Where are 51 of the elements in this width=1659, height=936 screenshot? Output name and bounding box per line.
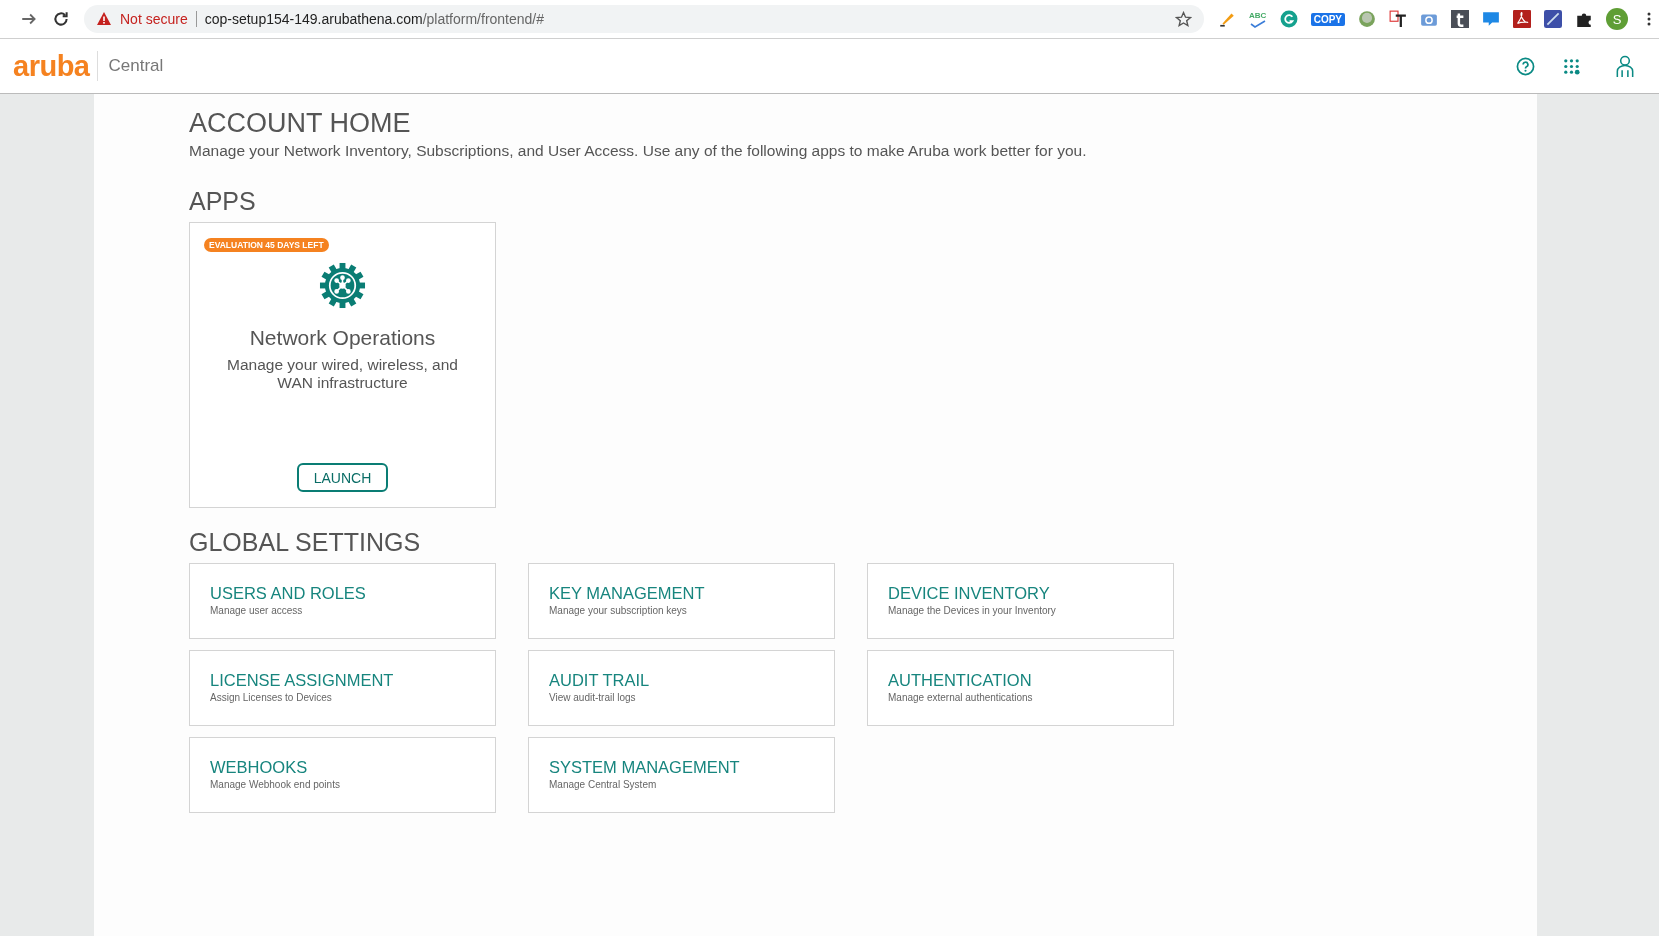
tile-subtitle: Manage user access bbox=[210, 605, 304, 616]
tile-title: LICENSE ASSIGNMENT bbox=[210, 671, 395, 690]
tile-title: SYSTEM MANAGEMENT bbox=[549, 758, 741, 777]
settings-tile[interactable]: USERS AND ROLES Manage user access bbox=[189, 563, 496, 639]
section-title: GLOBAL SETTINGS bbox=[189, 528, 422, 557]
address-bar[interactable]: Not secure cop-setup154-149.arubathena.com/platform/frontend/# bbox=[84, 5, 1204, 33]
app-name: Network Operations bbox=[249, 326, 436, 350]
tile-title: USERS AND ROLES bbox=[210, 584, 367, 603]
tile-subtitle: Manage Webhook end points bbox=[210, 779, 341, 790]
tile-title: AUTHENTICATION bbox=[888, 671, 1033, 690]
settings-tile[interactable]: LICENSE ASSIGNMENT Assign Licenses to Devices bbox=[189, 650, 496, 726]
highlighter-icon[interactable] bbox=[1217, 10, 1236, 28]
warning-icon bbox=[96, 11, 112, 27]
tile-title: DEVICE INVENTORY bbox=[888, 584, 1051, 603]
tile-subtitle: Assign Licenses to Devices bbox=[210, 692, 333, 703]
settings-tile[interactable]: AUDIT TRAIL View audit-trail logs bbox=[528, 650, 835, 726]
page-description: Manage your Network Inventory, Subscriptions, and User Access. Use any of the following apps to make Aruba work better for you. bbox=[189, 142, 1088, 160]
settings-tile[interactable]: KEY MANAGEMENT Manage your subscription keys bbox=[528, 563, 835, 639]
apps-grid-icon[interactable] bbox=[1562, 56, 1581, 76]
pdf-icon[interactable] bbox=[1513, 10, 1531, 28]
section-title: APPS bbox=[189, 187, 257, 216]
reload-icon[interactable] bbox=[52, 10, 70, 28]
settings-tile[interactable]: WEBHOOKS Manage Webhook end points bbox=[189, 737, 496, 813]
tile-title: WEBHOOKS bbox=[210, 758, 309, 777]
security-label: Not secure bbox=[120, 11, 188, 27]
profile-avatar[interactable]: S bbox=[1606, 8, 1628, 30]
tile-title: KEY MANAGEMENT bbox=[549, 584, 706, 603]
tile-subtitle: Manage Central System bbox=[549, 779, 658, 790]
chat-bubble-icon[interactable] bbox=[1482, 10, 1500, 28]
settings-tile[interactable]: SYSTEM MANAGEMENT Manage Central System bbox=[528, 737, 835, 813]
settings-tile[interactable]: AUTHENTICATION Manage external authentications bbox=[867, 650, 1174, 726]
url-text: cop-setup154-149.arubathena.com/platform/frontend/# bbox=[204, 11, 545, 27]
evaluation-badge: EVALUATION 45 DAYS LEFT bbox=[204, 238, 329, 252]
gear-network-icon bbox=[319, 262, 366, 309]
letter-t-icon[interactable] bbox=[1451, 10, 1469, 28]
tile-subtitle: Manage external authentications bbox=[888, 692, 1034, 703]
tile-title: AUDIT TRAIL bbox=[549, 671, 651, 690]
copy-extension[interactable]: COPY bbox=[1310, 12, 1345, 26]
menu-icon[interactable] bbox=[1647, 11, 1651, 27]
product-name: Central bbox=[108, 56, 164, 76]
tile-subtitle: Manage the Devices in your Inventory bbox=[888, 605, 1057, 616]
settings-tile[interactable]: DEVICE INVENTORY Manage the Devices in your Inventory bbox=[867, 563, 1174, 639]
help-icon[interactable] bbox=[1516, 56, 1535, 76]
tile-subtitle: Manage your subscription keys bbox=[549, 605, 688, 616]
star-icon[interactable] bbox=[1174, 10, 1192, 28]
page-title: ACCOUNT HOME bbox=[189, 108, 412, 139]
app-description: Manage your wired, wireless, and WAN infrastructure bbox=[226, 356, 459, 392]
tile-subtitle: View audit-trail logs bbox=[549, 692, 637, 703]
user-icon[interactable] bbox=[1615, 54, 1635, 78]
launch-button[interactable]: LAUNCH bbox=[297, 463, 388, 492]
grammar-extension-icon[interactable] bbox=[1279, 10, 1298, 28]
